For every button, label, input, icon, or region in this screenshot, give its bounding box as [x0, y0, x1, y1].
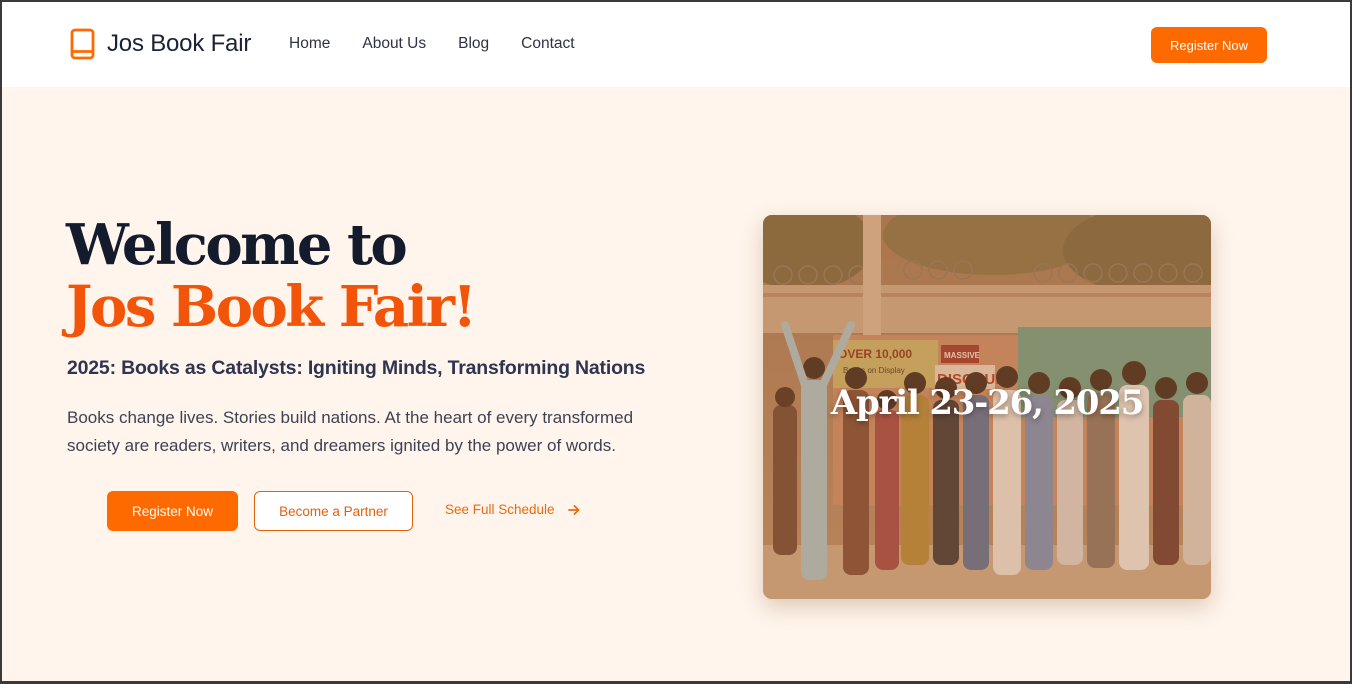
main-nav: Home About Us Blog Contact	[289, 35, 575, 53]
schedule-link-label: See Full Schedule	[445, 502, 555, 517]
book-icon	[70, 28, 95, 60]
nav-blog[interactable]: Blog	[458, 35, 489, 53]
header-register-button[interactable]: Register Now	[1151, 27, 1267, 63]
hero-intro: Books change lives. Stories build nation…	[67, 408, 634, 455]
become-partner-button[interactable]: Become a Partner	[254, 491, 413, 531]
nav-about-us[interactable]: About Us	[362, 35, 426, 53]
hero-title-line2: Jos Book Fair!	[66, 274, 477, 340]
event-date: April 23-26, 2025	[830, 383, 1145, 423]
nav-contact[interactable]: Contact	[521, 35, 574, 53]
brand[interactable]: Jos Book Fair	[70, 28, 251, 60]
hero-title-line1: Welcome to	[66, 212, 408, 278]
nav-home[interactable]: Home	[289, 35, 330, 53]
register-now-button[interactable]: Register Now	[107, 491, 238, 531]
site-header: Jos Book Fair Home About Us Blog Contact…	[0, 0, 1352, 87]
arrow-right-icon	[567, 504, 579, 515]
event-photo-card: OVER 10,000 Books on Display MASSIVE DIS…	[763, 215, 1211, 599]
hero-title: Welcome to Jos Book Fair!	[66, 212, 477, 340]
hero-subtitle: 2025: Books as Catalysts: Igniting Minds…	[67, 357, 646, 379]
brand-name: Jos Book Fair	[107, 30, 252, 57]
see-full-schedule-link[interactable]: See Full Schedule	[445, 502, 581, 517]
